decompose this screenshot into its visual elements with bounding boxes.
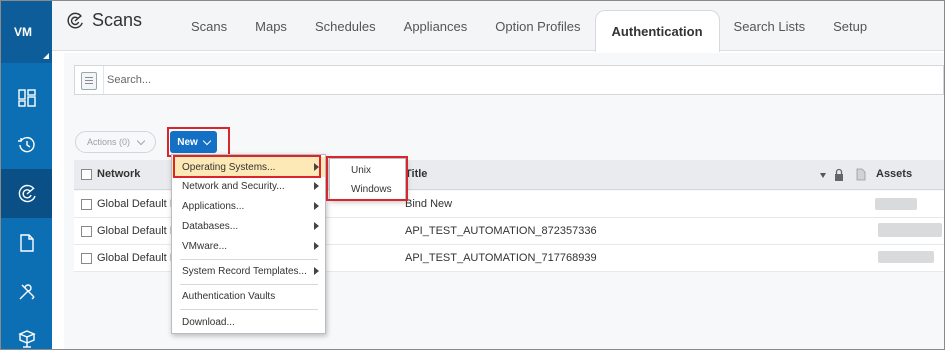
highlight-outline (173, 155, 321, 178)
row-checkbox[interactable] (81, 199, 92, 210)
submenu-arrow-icon (314, 242, 319, 250)
menu-item-label: Applications... (182, 200, 245, 212)
menu-item-applications[interactable]: Applications... (172, 196, 325, 216)
page-title-label: Scans (92, 10, 143, 30)
tab-authentication[interactable]: Authentication (594, 10, 720, 52)
chevron-down-icon (202, 136, 212, 145)
menu-item-system-record-templates[interactable]: System Record Templates... (172, 261, 325, 281)
divider (103, 66, 104, 94)
actions-button[interactable]: Actions (0) (75, 131, 156, 153)
tab-search-lists[interactable]: Search Lists (720, 1, 820, 51)
module-logo: VM (14, 25, 32, 39)
column-title[interactable]: Title (405, 168, 427, 180)
rail-item-history[interactable] (1, 120, 52, 169)
menu-item-databases[interactable]: Databases... (172, 216, 325, 236)
redacted-assets (875, 198, 917, 210)
history-icon (17, 136, 35, 152)
chevron-down-icon (136, 136, 146, 145)
menu-item-label: Download... (182, 316, 235, 328)
select-all-checkbox[interactable] (81, 169, 92, 180)
cell-title: API_TEST_AUTOMATION_872357336 (405, 225, 597, 237)
corner-triangle-icon (43, 53, 49, 59)
column-assets[interactable]: Assets (876, 168, 912, 180)
tab-appliances[interactable]: Appliances (390, 1, 482, 51)
scans-radar-icon (67, 12, 83, 28)
document-icon (19, 233, 34, 252)
new-dropdown-menu: Operating Systems... Network and Securit… (171, 154, 326, 334)
submenu-arrow-icon (314, 222, 319, 230)
redacted-assets (878, 223, 942, 237)
actions-button-label: Actions (0) (86, 137, 130, 147)
tab-schedules[interactable]: Schedules (301, 1, 390, 51)
cell-network: Global Default I (97, 198, 173, 210)
dashboard-icon (17, 88, 36, 107)
left-nav-rail: VM (1, 1, 52, 349)
menu-item-label: VMware... (182, 240, 228, 252)
tab-scans[interactable]: Scans (177, 1, 241, 51)
search-input[interactable] (107, 71, 407, 89)
new-button[interactable]: New (170, 131, 217, 153)
submenu-arrow-icon (314, 202, 319, 210)
menu-item-vmware[interactable]: VMware... (172, 236, 325, 256)
search-bar (74, 65, 944, 95)
tab-bar: Scans Maps Schedules Appliances Option P… (177, 1, 881, 52)
page-icon (856, 168, 866, 181)
redacted-assets (878, 251, 934, 263)
submenu-arrow-icon (314, 267, 319, 275)
tab-maps[interactable]: Maps (241, 1, 301, 51)
page-title: Scans (66, 10, 142, 31)
top-header: Scans Scans Maps Schedules Appliances Op… (52, 1, 944, 52)
rail-item-dashboard[interactable] (1, 73, 52, 122)
cell-title: Bind New (405, 198, 453, 210)
app-window: VM Scans Scans Maps Schedules Appliances… (0, 0, 945, 350)
menu-item-label: System Record Templates... (182, 265, 307, 277)
menu-item-authentication-vaults[interactable]: Authentication Vaults (172, 286, 325, 306)
network-icon (17, 329, 36, 348)
tools-icon (19, 283, 34, 299)
rail-item-reports[interactable] (1, 218, 52, 267)
menu-item-network-and-security[interactable]: Network and Security... (172, 176, 325, 196)
scans-radar-icon (18, 184, 36, 202)
lock-icon (835, 168, 843, 181)
tab-option-profiles[interactable]: Option Profiles (481, 1, 594, 51)
rail-item-network[interactable] (1, 314, 52, 349)
menu-divider (180, 259, 318, 260)
rail-item-scans[interactable] (1, 169, 52, 218)
cell-title: API_TEST_AUTOMATION_717768939 (405, 252, 597, 264)
menu-item-label: Authentication Vaults (182, 290, 276, 302)
row-checkbox[interactable] (81, 226, 92, 237)
highlight-outline (326, 156, 408, 201)
menu-item-download[interactable]: Download... (172, 312, 325, 332)
rail-item-tools[interactable] (1, 267, 52, 316)
module-switcher[interactable]: VM (1, 1, 52, 63)
tab-setup[interactable]: Setup (819, 1, 881, 51)
cell-network: Global Default I (97, 252, 173, 264)
menu-divider (180, 284, 318, 285)
column-network[interactable]: Network (97, 168, 140, 180)
cell-network: Global Default I (97, 225, 173, 237)
menu-item-label: Databases... (182, 220, 239, 232)
search-options-icon[interactable] (81, 72, 97, 90)
menu-divider (180, 309, 318, 310)
submenu-arrow-icon (314, 182, 319, 190)
row-checkbox[interactable] (81, 253, 92, 264)
new-button-label: New (177, 136, 198, 148)
menu-item-label: Network and Security... (182, 180, 285, 192)
sort-down-icon[interactable] (820, 173, 826, 178)
